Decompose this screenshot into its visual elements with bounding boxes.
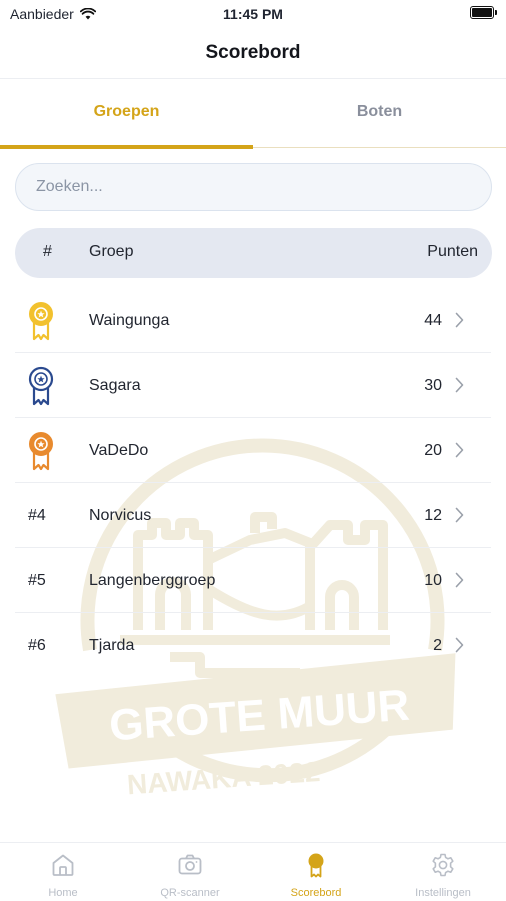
watermark-title: GROTE MUUR [108, 681, 411, 751]
bronze-medal-icon [29, 431, 53, 470]
rank-cell [28, 288, 54, 353]
table-row[interactable]: #6 Tjarda 2 [0, 613, 506, 678]
active-tab-indicator [0, 145, 253, 149]
table-row[interactable]: #5 Langenberggroep 10 [0, 548, 506, 613]
nav-qr-scanner-label: QR-scanner [160, 887, 220, 899]
tab-bar-top: Groepen Boten [0, 79, 506, 149]
column-header-rank: # [43, 243, 52, 260]
tab-boten[interactable]: Boten [253, 79, 506, 145]
search-box [15, 163, 492, 211]
medal-icon [308, 853, 324, 878]
blue-medal-icon [28, 366, 54, 405]
nav-instellingen-label: Instellingen [415, 887, 471, 899]
group-points: 12 [424, 506, 442, 524]
rank-cell [28, 353, 54, 418]
nav-instellingen[interactable]: Instellingen [380, 843, 506, 901]
navigation-bar: Scorebord [0, 28, 506, 79]
column-header-points: Punten [427, 243, 478, 260]
chevron-right-icon [455, 312, 464, 328]
table-row[interactable]: Sagara 30 [0, 353, 506, 418]
status-time: 11:45 PM [223, 6, 283, 22]
page-title: Scorebord [205, 42, 301, 63]
rank-label: #4 [28, 506, 46, 524]
nav-home-label: Home [48, 887, 78, 899]
camera-icon [178, 854, 202, 875]
status-bar: Aanbieder 11:45 PM [0, 0, 506, 28]
chevron-right-icon [455, 442, 464, 458]
group-name: Norvicus [89, 506, 152, 524]
search-input[interactable] [16, 164, 491, 210]
nav-home[interactable]: Home [0, 843, 126, 901]
group-points: 44 [424, 311, 442, 329]
group-points: 2 [433, 636, 442, 654]
chevron-right-icon [455, 507, 464, 523]
tab-groepen[interactable]: Groepen [0, 79, 253, 145]
home-icon [52, 854, 74, 876]
rank-cell [28, 418, 54, 483]
gold-medal-icon [29, 301, 53, 340]
tab-groepen-label: Groepen [93, 103, 160, 120]
table-row[interactable]: Waingunga 44 [0, 288, 506, 353]
column-header-group: Groep [89, 243, 134, 260]
nav-qr-scanner[interactable]: QR-scanner [127, 843, 253, 901]
group-name: Langenberggroep [89, 571, 216, 589]
table-row[interactable]: #4 Norvicus 12 [0, 483, 506, 548]
gear-icon [432, 853, 454, 877]
watermark-subtitle: NAWAKA 2022 [126, 756, 321, 800]
nav-scorebord-label: Scorebord [290, 887, 342, 899]
chevron-right-icon [455, 377, 464, 393]
rank-label: #5 [28, 571, 46, 589]
bottom-tab-bar: Home QR-scanner Scorebord Instellingen [0, 842, 506, 901]
nav-scorebord[interactable]: Scorebord [253, 843, 379, 901]
chevron-right-icon [455, 572, 464, 588]
table-row[interactable]: VaDeDo 20 [0, 418, 506, 483]
group-name: VaDeDo [89, 441, 149, 459]
scoreboard-list: Waingunga 44 Sagara 30 VaDeDo 20 #4 Norv… [0, 288, 506, 678]
group-name: Tjarda [89, 636, 135, 654]
rank-label: #6 [28, 636, 46, 654]
tab-boten-label: Boten [356, 103, 403, 120]
chevron-right-icon [455, 637, 464, 653]
group-points: 20 [424, 441, 442, 459]
group-name: Waingunga [89, 311, 170, 329]
table-header: # Groep Punten [15, 228, 492, 278]
group-name: Sagara [89, 376, 141, 394]
status-right [470, 6, 497, 19]
group-points: 10 [424, 571, 442, 589]
battery-icon [470, 6, 497, 19]
group-points: 30 [424, 376, 442, 394]
